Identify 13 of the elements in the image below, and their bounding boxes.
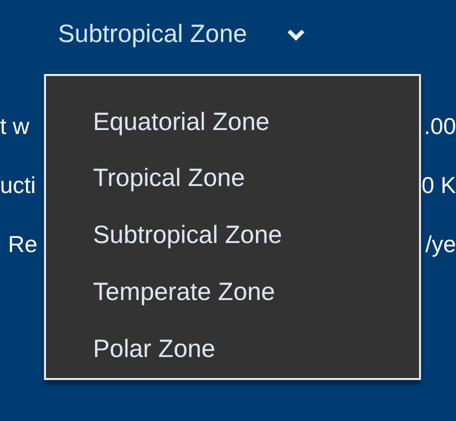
row-value: 0 K [421,173,456,197]
row-label: Re [7,232,38,256]
dropdown-option[interactable]: Subtropical Zone [46,208,282,264]
row-value: /ye [425,232,456,256]
zone-dropdown[interactable]: Subtropical Zone [58,16,306,54]
row-label: t w [0,114,30,138]
chevron-down-icon [287,29,306,41]
row-label: ucti [0,173,36,197]
dropdown-option[interactable]: Tropical Zone [46,150,245,208]
dropdown-option[interactable]: Equatorial Zone [46,94,270,151]
dropdown-option[interactable]: Temperate Zone [46,264,276,322]
row-value: .00 [424,114,456,138]
dropdown-option[interactable]: Polar Zone [46,321,216,378]
